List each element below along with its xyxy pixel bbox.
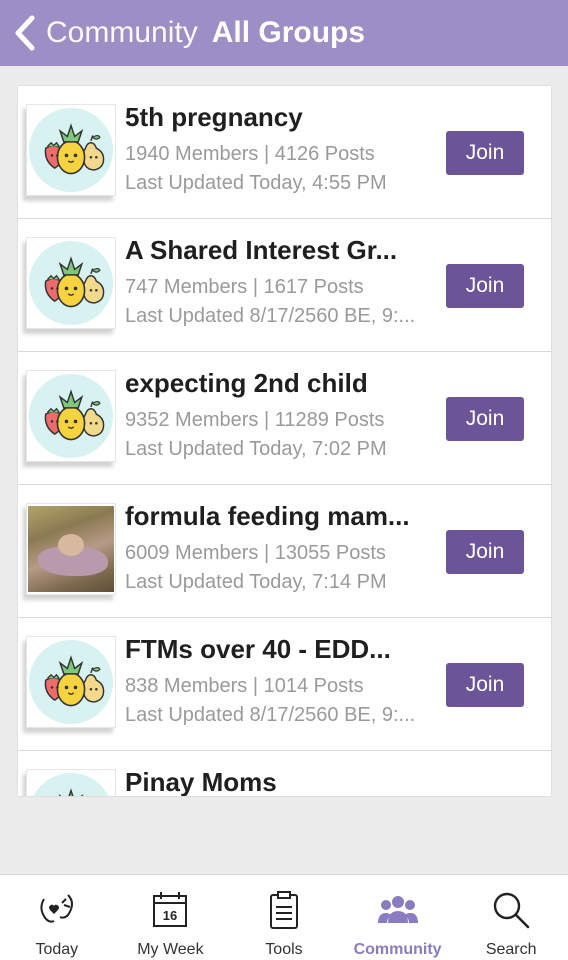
chevron-left-icon xyxy=(15,15,35,51)
group-name[interactable]: 5th pregnancy xyxy=(125,102,445,133)
group-stats: 9352 Members | 11289 Posts xyxy=(125,409,385,431)
baby-photo xyxy=(28,506,114,592)
top-navigation-bar: Community All Groups xyxy=(0,0,568,66)
group-name[interactable]: expecting 2nd child xyxy=(125,368,445,399)
back-button[interactable]: Community xyxy=(0,0,198,66)
tab-label: Tools xyxy=(265,941,303,958)
group-stats: 1940 Members | 4126 Posts xyxy=(125,143,375,165)
clipboard-icon xyxy=(269,891,298,929)
group-thumbnail xyxy=(26,503,116,595)
group-last-updated: Last Updated 8/17/2560 BE, 9:... xyxy=(125,305,416,327)
group-thumbnail xyxy=(26,370,116,462)
group-thumbnail xyxy=(26,636,116,728)
group-last-updated: Last Updated 8/17/2560 BE, 9:... xyxy=(125,704,416,726)
calendar-icon: 16 xyxy=(153,892,188,927)
community-icon xyxy=(377,896,418,923)
group-name[interactable]: formula feeding mam... xyxy=(125,501,445,532)
group-last-updated: Last Updated Today, 7:14 PM xyxy=(125,571,387,593)
join-button[interactable]: Join xyxy=(446,397,524,441)
fruit-group-icon xyxy=(33,644,109,720)
group-name[interactable]: Pinay Moms xyxy=(125,767,445,796)
page-title: All Groups xyxy=(211,16,366,49)
fruit-group-icon xyxy=(33,112,109,188)
group-name[interactable]: A Shared Interest Gr... xyxy=(125,235,445,266)
search-icon xyxy=(493,892,530,929)
group-row[interactable]: FTMs over 40 - EDD... 838 Members | 1014… xyxy=(18,618,551,751)
tab-label: Search xyxy=(485,941,537,958)
group-row[interactable]: formula feeding mam... 6009 Members | 13… xyxy=(18,485,551,618)
tab-community[interactable]: Community xyxy=(341,875,455,960)
tab-label: My Week xyxy=(137,941,204,958)
fruit-group-icon xyxy=(33,245,109,321)
group-thumbnail xyxy=(26,237,116,329)
tab-search[interactable]: Search xyxy=(454,875,568,960)
back-label: Community xyxy=(46,16,198,49)
tab-my-week[interactable]: 16 My Week xyxy=(114,875,228,960)
join-button[interactable]: Join xyxy=(446,264,524,308)
group-stats: 6009 Members | 13055 Posts xyxy=(125,542,386,564)
today-icon xyxy=(40,894,73,923)
group-thumbnail xyxy=(26,104,116,196)
group-row[interactable]: A Shared Interest Gr... 747 Members | 16… xyxy=(18,219,551,352)
group-last-updated: Last Updated Today, 7:02 PM xyxy=(125,438,387,460)
group-name[interactable]: FTMs over 40 - EDD... xyxy=(125,634,445,665)
tab-today[interactable]: Today xyxy=(0,875,114,960)
calendar-badge: 16 xyxy=(163,908,177,923)
group-stats: 747 Members | 1617 Posts xyxy=(125,276,364,298)
group-row[interactable]: 5th pregnancy 1940 Members | 4126 Posts … xyxy=(18,86,551,219)
group-row[interactable]: Pinay Moms xyxy=(18,751,551,796)
group-row[interactable]: expecting 2nd child 9352 Members | 11289… xyxy=(18,352,551,485)
group-last-updated: Last Updated Today, 4:55 PM xyxy=(125,172,387,194)
fruit-group-icon xyxy=(33,378,109,454)
tab-label: Today xyxy=(35,941,79,958)
join-button[interactable]: Join xyxy=(446,131,524,175)
tab-tools[interactable]: Tools xyxy=(227,875,341,960)
group-stats: 838 Members | 1014 Posts xyxy=(125,675,364,697)
bottom-tab-bar: Today 16 My Week Tools Community Search xyxy=(0,874,568,960)
tab-label: Community xyxy=(353,941,442,958)
group-thumbnail xyxy=(26,769,116,796)
fruit-group-icon xyxy=(33,777,109,796)
groups-list[interactable]: 5th pregnancy 1940 Members | 4126 Posts … xyxy=(18,86,551,796)
join-button[interactable]: Join xyxy=(446,663,524,707)
join-button[interactable]: Join xyxy=(446,530,524,574)
